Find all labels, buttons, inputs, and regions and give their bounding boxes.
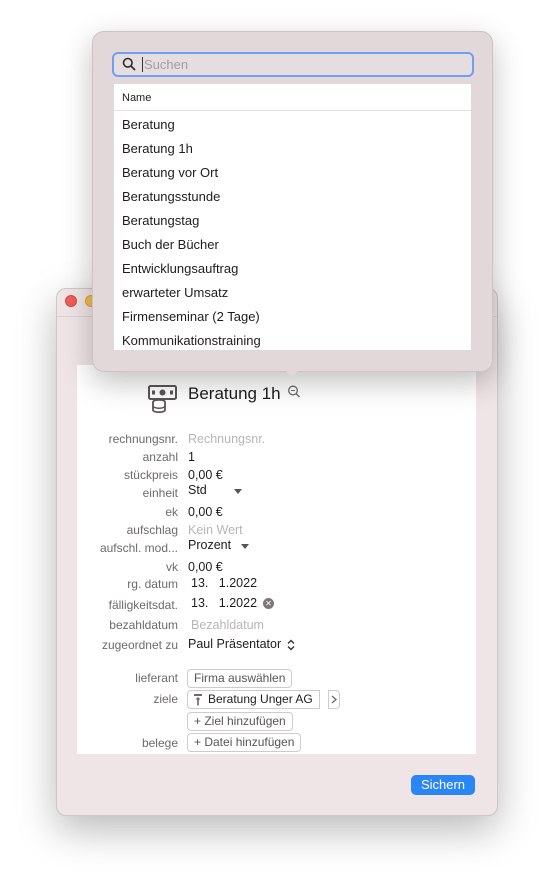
bezahldatum-label: bezahldatum <box>109 618 178 632</box>
dropdown-caret-icon <box>241 544 249 549</box>
ek-field[interactable]: 0,00 € <box>188 505 223 519</box>
ziel-hinzufuegen-button[interactable]: + Ziel hinzufügen <box>187 712 293 731</box>
zugeordnet-zu-value: Paul Präsentator <box>188 637 282 651</box>
list-item[interactable]: Beratung vor Ort <box>122 165 218 180</box>
chevron-right-icon <box>331 695 337 704</box>
zugeordnet-zu-select[interactable]: Paul Präsentator <box>188 637 295 651</box>
anzahl-field[interactable]: 1 <box>188 450 195 464</box>
ziel-token[interactable]: Beratung Unger AG <box>187 690 320 709</box>
money-stack-icon <box>148 385 177 414</box>
list-item[interactable]: Beratungsstunde <box>122 189 220 204</box>
save-button[interactable]: Sichern <box>411 775 475 795</box>
dropdown-caret-icon <box>234 489 242 494</box>
list-item[interactable]: Entwicklungsauftrag <box>122 261 238 276</box>
list-item[interactable]: Firmenseminar (2 Tage) <box>122 309 260 324</box>
clear-icon[interactable]: ✕ <box>263 598 274 609</box>
search-icon[interactable] <box>286 384 302 400</box>
result-list: Name Beratung Beratung 1h Beratung vor O… <box>114 84 471 350</box>
rechnungsnr-label: rechnungsnr. <box>108 432 178 446</box>
search-field[interactable] <box>112 52 474 77</box>
search-icon <box>122 57 136 71</box>
list-item[interactable]: Beratung 1h <box>122 141 193 156</box>
search-input[interactable] <box>144 55 444 73</box>
rg-datum-field[interactable]: 13. 1.2022 <box>191 576 257 590</box>
einheit-value: Std <box>188 483 207 497</box>
stueckpreis-label: stückpreis <box>123 468 178 482</box>
belege-label: belege <box>141 736 178 750</box>
item-form-panel: Beratung 1h rechnungsnr. Rechnungsnr. an… <box>77 365 476 754</box>
ziel-open-button[interactable] <box>328 690 340 709</box>
ziele-label: ziele <box>153 692 178 706</box>
list-item[interactable]: erwarteter Umsatz <box>122 285 228 300</box>
rechnungsnr-field[interactable]: Rechnungsnr. <box>188 432 265 446</box>
aufschl-mod-label: aufschl. mod... <box>99 541 178 555</box>
up-down-chevron-icon <box>287 639 295 651</box>
list-item[interactable]: Buch der Bücher <box>122 237 219 252</box>
ek-label: ek <box>165 505 178 519</box>
popover-arrow <box>283 368 301 377</box>
list-item[interactable]: Beratungstag <box>122 213 199 228</box>
aufschl-mod-value: Prozent <box>188 538 232 552</box>
anzahl-label: anzahl <box>142 450 178 464</box>
zugeordnet-zu-label: zugeordnet zu <box>101 638 178 652</box>
item-title: Beratung 1h <box>188 384 281 403</box>
faelligkeitsdat-label: fälligkeitsdat. <box>108 598 178 612</box>
text-cursor <box>142 57 143 72</box>
aufschlag-label: aufschlag <box>126 523 178 537</box>
stueckpreis-field[interactable]: 0,00 € <box>188 468 223 482</box>
vk-field[interactable]: 0,00 € <box>188 560 223 574</box>
search-popover: Name Beratung Beratung 1h Beratung vor O… <box>92 31 493 372</box>
close-window-button[interactable] <box>65 295 77 307</box>
firma-auswaehlen-button[interactable]: Firma auswählen <box>187 669 293 688</box>
list-item[interactable]: Kommunikationstraining <box>122 333 261 348</box>
rg-datum-label: rg. datum <box>127 577 178 591</box>
name-column-header[interactable]: Name <box>122 92 151 104</box>
einheit-select[interactable]: Std <box>188 483 248 497</box>
person-pin-icon <box>194 694 202 706</box>
header-divider <box>114 110 471 111</box>
vk-label: vk <box>166 560 178 574</box>
ziel-name: Beratung Unger AG <box>208 692 313 706</box>
datei-hinzufuegen-button[interactable]: + Datei hinzufügen <box>187 733 302 752</box>
bezahldatum-field[interactable]: Bezahldatum <box>191 618 264 632</box>
faelligkeitsdat-field[interactable]: 13. 1.2022 <box>191 596 257 610</box>
aufschl-mod-select[interactable]: Prozent <box>188 538 258 552</box>
list-item[interactable]: Beratung <box>122 117 175 132</box>
einheit-label: einheit <box>142 486 178 500</box>
aufschlag-field[interactable]: Kein Wert <box>188 523 243 537</box>
lieferant-label: lieferant <box>135 671 178 685</box>
